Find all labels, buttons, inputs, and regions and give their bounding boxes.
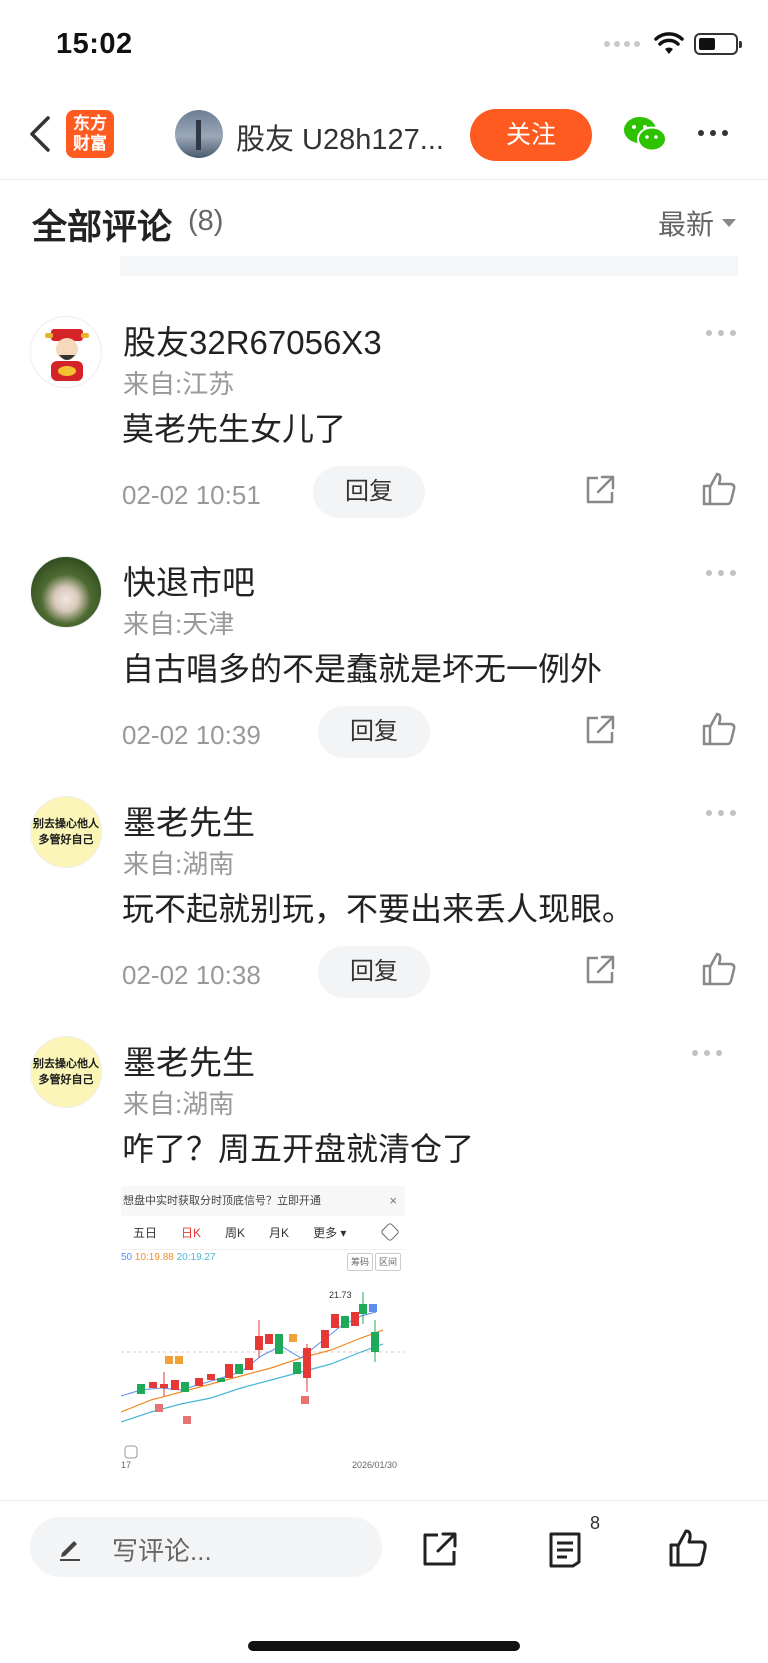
- logo-line-2: 财富: [73, 134, 107, 153]
- avatar-text-line-1: 别去操心他人: [33, 1058, 99, 1070]
- reply-button[interactable]: 回复: [318, 706, 430, 758]
- comment-time: 02-02 10:38: [122, 960, 261, 990]
- thumbs-up-icon[interactable]: [700, 470, 738, 508]
- battery-icon: [694, 33, 742, 55]
- status-indicators: [604, 32, 742, 56]
- commenter-name[interactable]: 快退市吧: [123, 556, 255, 604]
- avatar-text-line-2: 多管好自己: [38, 834, 94, 846]
- comment-more-icon[interactable]: [692, 1050, 722, 1056]
- thumbs-up-icon[interactable]: [700, 950, 738, 988]
- date-end-label: 2026/01/30: [351, 1460, 397, 1470]
- settings-icon: [380, 1222, 400, 1242]
- comment-more-icon[interactable]: [706, 810, 736, 816]
- date-start-label: 17: [121, 1460, 132, 1470]
- commenter-location: 来自:湖南: [123, 1089, 235, 1119]
- tab-weekly-k: 周K: [225, 1226, 246, 1240]
- bottom-action-bar: 写评论... 8: [0, 1500, 768, 1663]
- cellular-signal-icon: [604, 41, 640, 47]
- avatar-text-line-1: 别去操心他人: [33, 818, 99, 830]
- write-comment-input[interactable]: 写评论...: [30, 1517, 382, 1577]
- thumbs-up-icon[interactable]: [667, 1527, 709, 1569]
- peak-price-label: 21.73: [329, 1290, 352, 1300]
- commenter-name[interactable]: 墨老先生: [123, 796, 255, 844]
- comments-list-icon[interactable]: [545, 1529, 585, 1569]
- range-button: 区间: [374, 1253, 401, 1271]
- close-icon: ×: [389, 1193, 397, 1208]
- quoted-content-strip: [120, 256, 738, 276]
- share-icon[interactable]: [582, 952, 618, 988]
- status-bar: 15:02: [0, 0, 768, 92]
- comments-title: 全部评论: [32, 208, 173, 247]
- tab-five-day: 五日: [133, 1226, 158, 1240]
- more-options-icon[interactable]: [698, 130, 728, 136]
- comment-item: 别去操心他人 多管好自己 墨老先生 来自:湖南 咋了？周五开盘就清仓了: [0, 1036, 768, 1167]
- reply-button[interactable]: 回复: [313, 466, 425, 518]
- home-indicator: [248, 1641, 520, 1651]
- write-comment-placeholder: 写评论...: [112, 1536, 212, 1566]
- ad-text: 想盘中实时获取分时顶底信号？立即开通: [123, 1195, 321, 1207]
- wechat-share-icon[interactable]: [622, 114, 668, 154]
- attached-kline-image[interactable]: 想盘中实时获取分时顶底信号？立即开通 × 五日 日K 周K 月K 更多 ▾ 50…: [121, 1186, 405, 1478]
- candles: [137, 1292, 379, 1396]
- tab-more-label: 更多: [313, 1226, 338, 1240]
- tab-monthly-k: 月K: [269, 1226, 290, 1240]
- yellow-text-avatar[interactable]: 别去操心他人 多管好自己: [30, 1036, 102, 1108]
- yellow-text-avatar[interactable]: 别去操心他人 多管好自己: [30, 796, 102, 868]
- wifi-icon: [654, 32, 684, 54]
- commenter-location: 来自:湖南: [123, 849, 235, 879]
- commenter-name[interactable]: 墨老先生: [123, 1036, 255, 1084]
- share-icon[interactable]: [420, 1529, 460, 1569]
- nav-bar: 东方 财富 股友 U28h127... 关注: [0, 92, 768, 180]
- ma-label-1: 50: [121, 1252, 133, 1263]
- thumbs-up-icon[interactable]: [700, 710, 738, 748]
- comment-time: 02-02 10:51: [122, 480, 261, 510]
- comment-item: 股友32R67056X3 来自:江苏 莫老先生女儿了 02-02 10:51 回…: [0, 316, 768, 518]
- ad-banner: 想盘中实时获取分时顶底信号？立即开通 ×: [121, 1186, 405, 1216]
- share-icon[interactable]: [582, 712, 618, 748]
- sort-dropdown[interactable]: 最新: [658, 203, 736, 243]
- ma-label-3: 20:19.27: [176, 1252, 216, 1263]
- caishen-figure-icon: [45, 329, 89, 381]
- logo-line-1: 东方: [73, 114, 107, 133]
- comment-text: 咋了？周五开盘就清仓了: [122, 1131, 475, 1167]
- comments-header: 全部评论 (8) 最新: [0, 181, 768, 257]
- chip-distribution-button: 筹码: [346, 1253, 373, 1271]
- rabbit-photo-avatar[interactable]: [30, 556, 102, 628]
- pen-icon: [60, 1541, 80, 1561]
- ma-label-2: 10:19.88: [134, 1252, 174, 1263]
- candlestick-chart: 21.73: [121, 1290, 405, 1459]
- comment-count-badge: 8: [590, 1513, 601, 1533]
- app-logo[interactable]: 东方 财富: [66, 110, 114, 158]
- commenter-location: 来自:天津: [123, 609, 235, 639]
- reply-button[interactable]: 回复: [318, 946, 430, 998]
- sort-label: 最新: [657, 209, 714, 240]
- back-arrow-icon[interactable]: [24, 112, 60, 156]
- commenter-location: 来自:江苏: [123, 369, 235, 399]
- tab-more: 更多 ▾: [313, 1226, 347, 1240]
- author-avatar[interactable]: [175, 110, 223, 158]
- share-icon[interactable]: [582, 472, 618, 508]
- comment-more-icon[interactable]: [706, 570, 736, 576]
- avatar-text-line-2: 多管好自己: [38, 1074, 94, 1086]
- comment-text: 自古唱多的不是蠢就是坏无一例外: [122, 651, 603, 687]
- follow-button[interactable]: 关注: [470, 109, 592, 161]
- comment-text: 玩不起就别玩，不要出来丢人现眼。: [122, 891, 635, 927]
- comment-text: 莫老先生女儿了: [122, 411, 347, 447]
- caret-down-icon: [722, 219, 736, 227]
- author-username[interactable]: 股友 U28h127...: [236, 116, 456, 158]
- status-time: 15:02: [56, 28, 133, 60]
- caishen-avatar[interactable]: [30, 316, 102, 388]
- commenter-name[interactable]: 股友32R67056X3: [123, 316, 382, 364]
- comment-more-icon[interactable]: [706, 330, 736, 336]
- comment-item: 快退市吧 来自:天津 自古唱多的不是蠢就是坏无一例外 02-02 10:39 回…: [0, 556, 768, 758]
- comment-item: 别去操心他人 多管好自己 墨老先生 来自:湖南 玩不起就别玩，不要出来丢人现眼。…: [0, 796, 768, 998]
- comments-count: (8): [188, 205, 224, 237]
- comment-time: 02-02 10:39: [122, 720, 261, 750]
- kline-tabs: 五日 日K 周K 月K 更多 ▾: [121, 1216, 405, 1250]
- tab-daily-k: 日K: [181, 1226, 202, 1240]
- ma-line-orange: [121, 1329, 384, 1413]
